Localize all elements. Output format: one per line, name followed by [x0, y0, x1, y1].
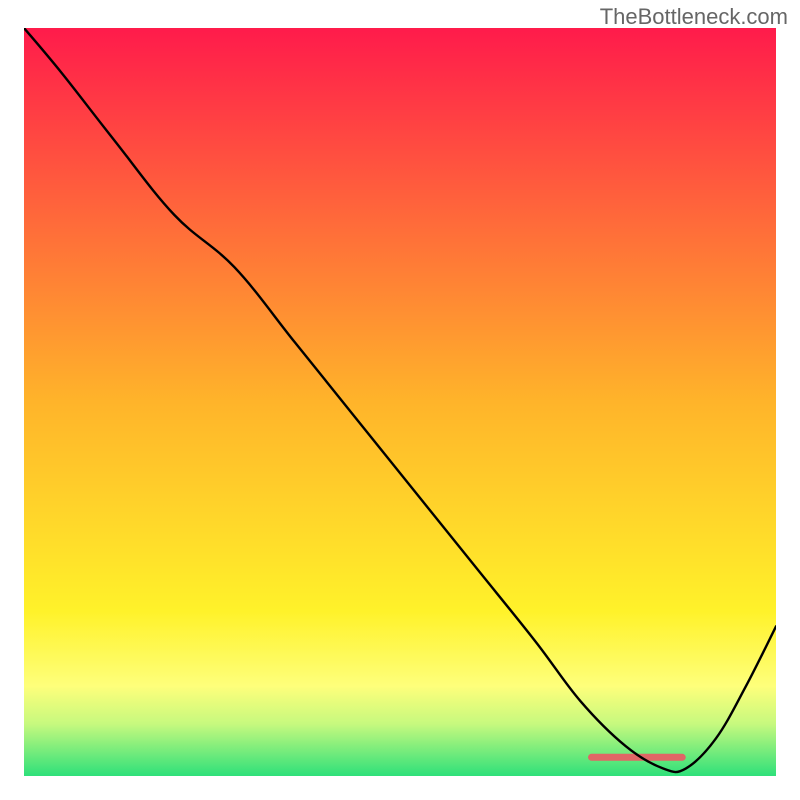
plot-area: [24, 28, 776, 776]
gradient-background: [24, 28, 776, 776]
watermark-text: TheBottleneck.com: [600, 4, 788, 30]
chart-frame: TheBottleneck.com bottleneck-curve: [0, 0, 800, 800]
chart-svg: [24, 28, 776, 776]
